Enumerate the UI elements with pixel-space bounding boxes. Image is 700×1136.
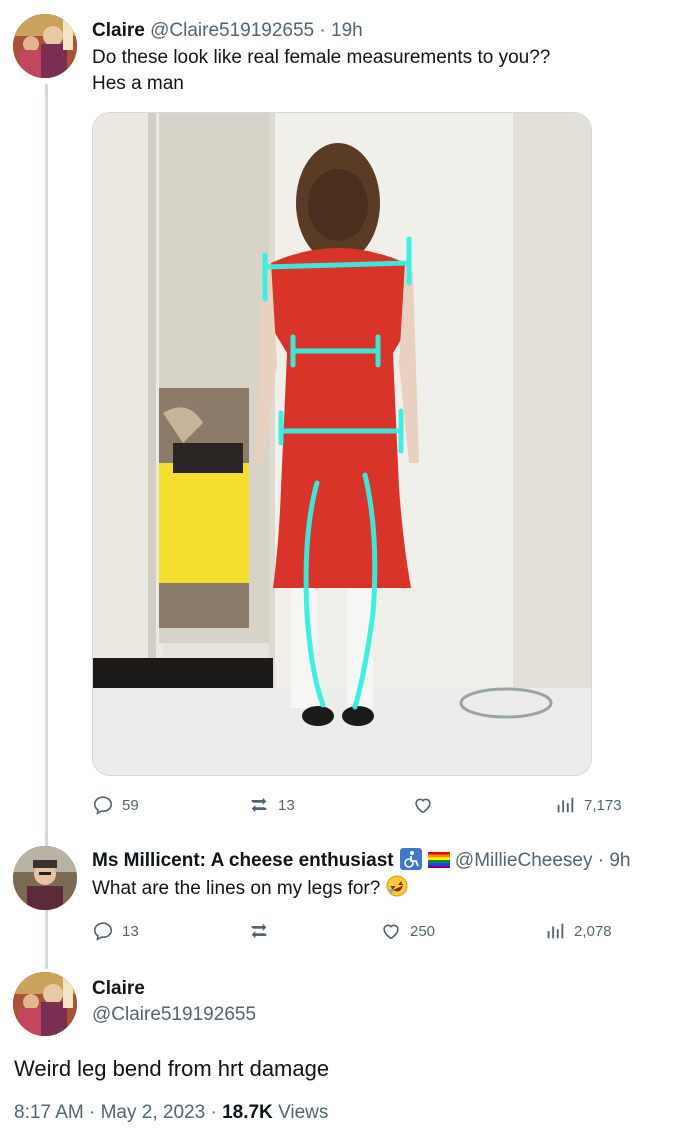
tweet-photo[interactable] — [92, 112, 592, 776]
tweet-text: Do these look like real female measureme… — [92, 45, 550, 97]
author-handle[interactable]: @Claire519192655 — [150, 20, 314, 41]
analytics-icon — [557, 797, 574, 813]
timestamp[interactable]: · 19h — [319, 20, 362, 41]
tweet-text-line: Do these look like real female measureme… — [92, 47, 551, 68]
reply-icon — [93, 796, 113, 815]
reply-text-content: What are the lines on my legs for? — [92, 878, 381, 899]
photo-woman-red-dress — [93, 113, 591, 775]
views-button[interactable]: 7,173 — [554, 794, 622, 816]
thread-line — [45, 84, 48, 969]
separator: · — [210, 1102, 217, 1123]
retweet-icon — [251, 923, 267, 939]
tweet-text-line: Hes a man — [92, 73, 184, 94]
author-name[interactable]: Ms Millicent: A cheese enthusiast — [92, 850, 394, 871]
author-name[interactable]: Claire — [92, 20, 145, 41]
avatar[interactable] — [13, 846, 77, 910]
reply-text: What are the lines on my legs for? — [92, 875, 408, 902]
timestamp[interactable]: · 9h — [598, 850, 631, 871]
tweet-text: Weird leg bend from hrt damage — [14, 1056, 330, 1081]
author-handle[interactable]: @MillieCheesey — [455, 850, 593, 871]
retweet-icon — [251, 797, 267, 813]
accessibility-icon — [399, 848, 422, 870]
analytics-icon — [547, 923, 564, 939]
reply-button[interactable]: 59 — [92, 794, 139, 816]
tweet-actions: 59 13 7,173 — [92, 794, 632, 818]
like-button[interactable] — [412, 794, 442, 816]
views-count: 2,078 — [574, 922, 612, 940]
reply-header: Ms Millicent: A cheese enthusiast @Milli… — [92, 848, 631, 873]
retweet-button[interactable] — [248, 920, 278, 942]
reply-count: 13 — [122, 922, 139, 940]
tweet-date[interactable]: May 2, 2023 — [101, 1102, 206, 1123]
tweet-header: Claire @Claire519192655 · 19h — [92, 19, 363, 43]
painting-avatar-image — [13, 14, 77, 78]
heart-icon — [383, 924, 399, 940]
reply-button[interactable]: 13 — [92, 920, 139, 942]
views-count: 7,173 — [584, 796, 622, 814]
heart-icon — [415, 798, 431, 814]
separator: · — [89, 1102, 96, 1123]
avatar[interactable] — [13, 14, 77, 78]
person-avatar-image — [13, 846, 77, 910]
views-button[interactable]: 2,078 — [544, 920, 612, 942]
like-button[interactable]: 250 — [380, 920, 435, 942]
retweet-button[interactable]: 13 — [248, 794, 295, 816]
author-name[interactable]: Claire — [92, 978, 145, 1000]
thread-line — [45, 916, 48, 964]
rainbow-flag-icon — [427, 852, 450, 868]
views-label: Views — [278, 1102, 329, 1123]
reply-actions: 13 250 2,078 — [92, 920, 632, 944]
reply-icon — [93, 922, 113, 941]
tweet-time[interactable]: 8:17 AM — [14, 1102, 84, 1123]
avatar[interactable] — [13, 972, 77, 1036]
rofl-emoji-icon — [386, 875, 408, 897]
author-handle[interactable]: @Claire519192655 — [92, 1004, 256, 1026]
like-count: 250 — [410, 922, 436, 940]
tweet-metadata: 8:17 AM · May 2, 2023 · 18.7K Views — [14, 1102, 328, 1124]
reply-count: 59 — [122, 796, 139, 814]
retweet-count: 13 — [278, 796, 295, 814]
painting-avatar-image — [13, 972, 77, 1036]
views-count: 18.7K — [222, 1102, 273, 1123]
